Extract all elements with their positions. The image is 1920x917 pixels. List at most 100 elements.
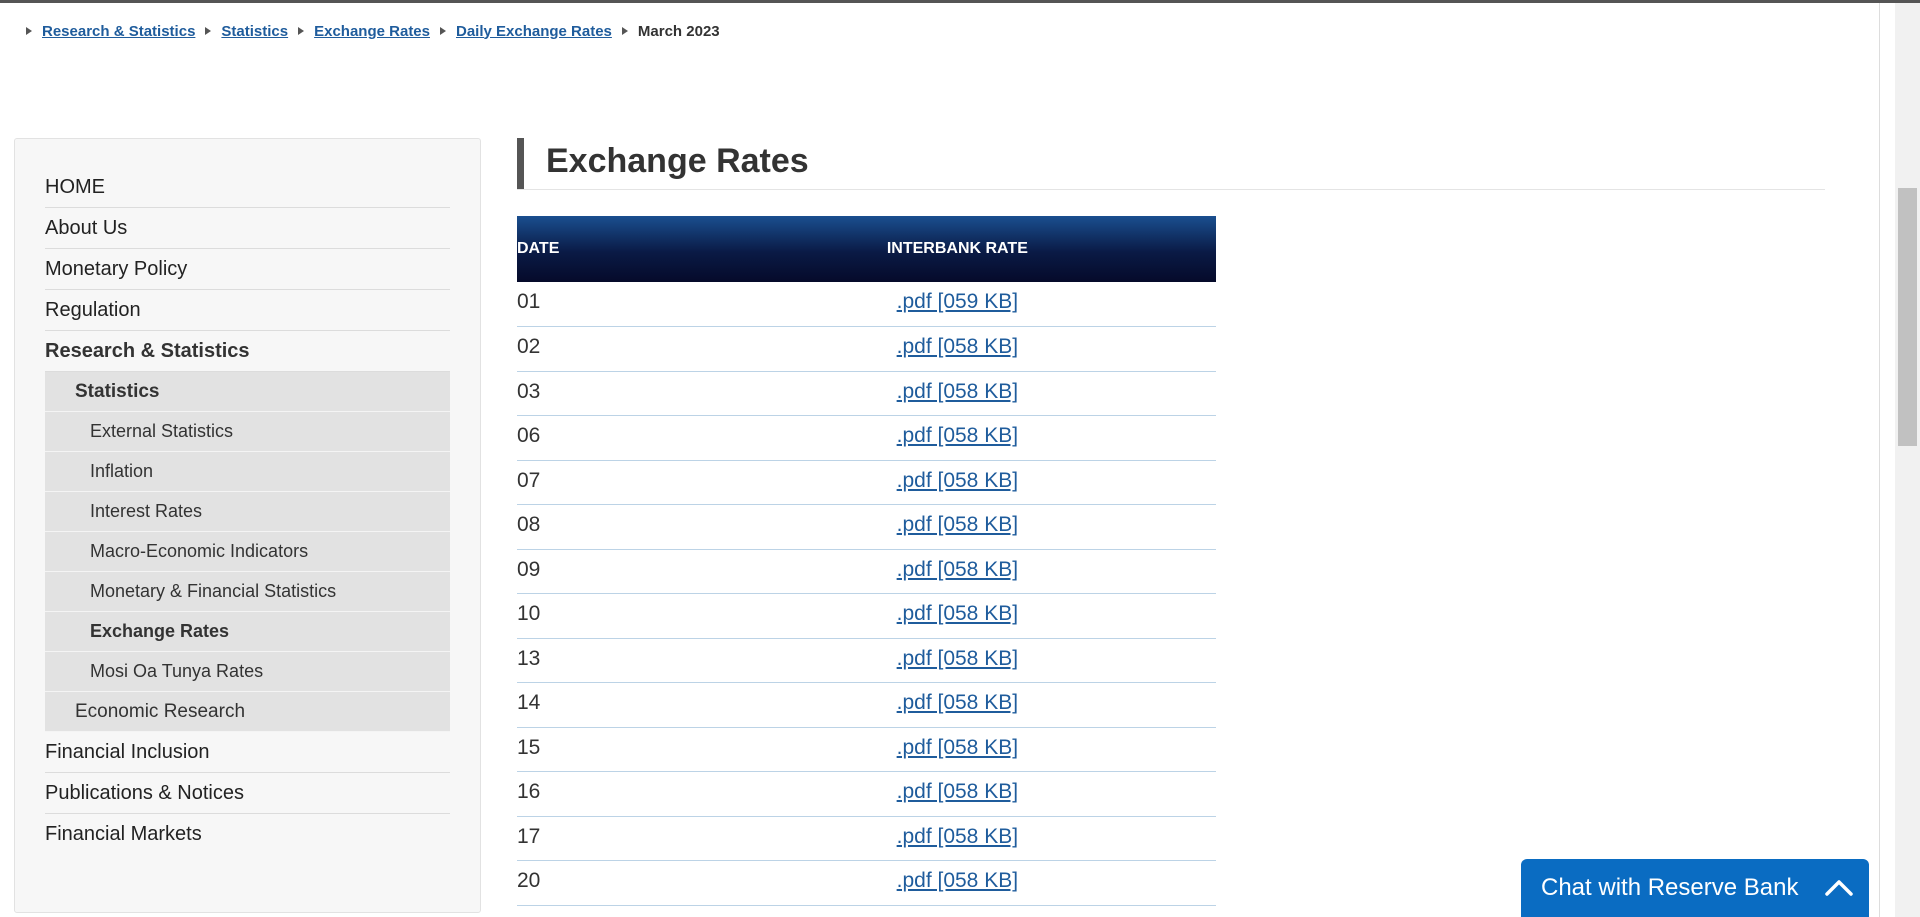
pdf-download-link[interactable]: .pdf [058 KB]	[897, 380, 1018, 403]
sidebar-item-regulation[interactable]: Regulation	[45, 290, 450, 331]
table-row: 08 .pdf [058 KB]	[517, 504, 1216, 550]
table-header: DATE INTERBANK RATE	[517, 216, 1216, 282]
pdf-download-link[interactable]: .pdf [058 KB]	[897, 558, 1018, 581]
rate-cell: .pdf [058 KB]	[638, 682, 1216, 728]
sidebar-subitem-monetary-financial-statistics[interactable]: Monetary & Financial Statistics	[45, 572, 450, 612]
sidebar-item-financial-markets[interactable]: Financial Markets	[45, 814, 450, 855]
breadcrumb-link-exchange-rates[interactable]: Exchange Rates	[314, 23, 430, 40]
date-cell: 07	[517, 460, 639, 505]
heading-divider	[517, 189, 1825, 190]
date-cell: 10	[517, 593, 639, 639]
scrollbar-thumb[interactable]	[1898, 188, 1917, 446]
date-cell: 16	[517, 771, 639, 817]
date-cell: 15	[517, 727, 639, 772]
rate-cell: .pdf [058 KB]	[638, 860, 1216, 906]
sidebar-item-about-us[interactable]: About Us	[45, 208, 450, 249]
rate-cell: .pdf [058 KB]	[638, 460, 1216, 505]
table-row: 13 .pdf [058 KB]	[517, 638, 1216, 683]
pdf-download-link[interactable]: .pdf [058 KB]	[897, 424, 1018, 447]
page-title: Exchange Rates	[546, 142, 809, 180]
table-row: 06 .pdf [058 KB]	[517, 415, 1216, 461]
table-row: 14 .pdf [058 KB]	[517, 682, 1216, 728]
chat-widget-button[interactable]: Chat with Reserve Bank	[1521, 859, 1869, 917]
pdf-download-link[interactable]: .pdf [058 KB]	[897, 736, 1018, 759]
table-row: 15 .pdf [058 KB]	[517, 727, 1216, 772]
table-row: 02 .pdf [058 KB]	[517, 326, 1216, 372]
date-cell: 01	[517, 282, 639, 327]
pdf-download-link[interactable]: .pdf [058 KB]	[897, 513, 1018, 536]
breadcrumb-current: March 2023	[637, 22, 720, 40]
pdf-download-link[interactable]: .pdf [058 KB]	[897, 647, 1018, 670]
breadcrumb-link-research-statistics[interactable]: Research & Statistics	[42, 23, 195, 40]
sidebar-subitem-exchange-rates[interactable]: Exchange Rates	[45, 612, 450, 652]
table-row: 10 .pdf [058 KB]	[517, 593, 1216, 639]
rate-cell: .pdf [058 KB]	[638, 816, 1216, 861]
sidebar-item-home[interactable]: HOME	[45, 167, 450, 208]
rate-cell: .pdf [058 KB]	[638, 771, 1216, 817]
rate-cell: .pdf [058 KB]	[638, 549, 1216, 594]
table-row: 09 .pdf [058 KB]	[517, 549, 1216, 594]
sidebar-item-monetary-policy[interactable]: Monetary Policy	[45, 249, 450, 290]
sidebar-item-research-statistics[interactable]: Research & Statistics	[45, 331, 450, 372]
date-cell: 08	[517, 504, 639, 550]
pdf-download-link[interactable]: .pdf [058 KB]	[897, 469, 1018, 492]
pdf-download-link[interactable]: .pdf [058 KB]	[897, 335, 1018, 358]
sidebar-item-publications-notices[interactable]: Publications & Notices	[45, 773, 450, 814]
breadcrumb-arrow-icon	[298, 27, 305, 35]
date-cell: 09	[517, 549, 639, 594]
date-cell: 14	[517, 682, 639, 728]
pdf-download-link[interactable]: .pdf [058 KB]	[897, 602, 1018, 625]
sidebar-menu: HOME About Us Monetary Policy Regulation…	[45, 167, 450, 855]
table-row: 20 .pdf [058 KB]	[517, 860, 1216, 906]
sidebar-item-financial-inclusion[interactable]: Financial Inclusion	[45, 732, 450, 773]
table-row: 03 .pdf [058 KB]	[517, 371, 1216, 416]
date-cell: 02	[517, 326, 639, 372]
breadcrumb-item: Exchange Rates	[298, 23, 440, 40]
heading-accent-bar	[517, 138, 524, 190]
breadcrumb-item: March 2023	[621, 22, 720, 40]
vertical-scrollbar[interactable]	[1895, 3, 1920, 917]
exchange-rates-table: DATE INTERBANK RATE 01 .pdf [059 KB] 02 …	[517, 216, 1216, 906]
rate-cell: .pdf [058 KB]	[638, 504, 1216, 550]
table-body: 01 .pdf [059 KB] 02 .pdf [058 KB] 03 .pd…	[517, 282, 1216, 906]
sidebar-subitem-external-statistics[interactable]: External Statistics	[45, 412, 450, 452]
column-header-interbank-rate: INTERBANK RATE	[638, 216, 1216, 282]
breadcrumb-item: Statistics	[205, 23, 298, 40]
rate-cell: .pdf [058 KB]	[638, 415, 1216, 461]
rate-cell: .pdf [058 KB]	[638, 371, 1216, 416]
table-row: 16 .pdf [058 KB]	[517, 771, 1216, 817]
sidebar-subitem-interest-rates[interactable]: Interest Rates	[45, 492, 450, 532]
pdf-download-link[interactable]: .pdf [058 KB]	[897, 869, 1018, 892]
sidebar-subitem-inflation[interactable]: Inflation	[45, 452, 450, 492]
rate-cell: .pdf [059 KB]	[638, 282, 1216, 327]
breadcrumb-link-daily-exchange-rates[interactable]: Daily Exchange Rates	[456, 23, 612, 40]
top-border	[0, 0, 1920, 3]
sidebar-subitem-mosi-oa-tunya-rates[interactable]: Mosi Oa Tunya Rates	[45, 652, 450, 692]
chat-widget-label: Chat with Reserve Bank	[1541, 874, 1799, 901]
table-header-row: DATE INTERBANK RATE	[517, 216, 1216, 282]
date-cell: 17	[517, 816, 639, 861]
breadcrumb-link-statistics[interactable]: Statistics	[221, 23, 288, 40]
column-header-date: DATE	[517, 216, 639, 282]
sidebar-subitem-economic-research[interactable]: Economic Research	[45, 692, 450, 732]
pdf-download-link[interactable]: .pdf [059 KB]	[897, 290, 1018, 313]
date-cell: 13	[517, 638, 639, 683]
pdf-download-link[interactable]: .pdf [058 KB]	[897, 691, 1018, 714]
breadcrumb-item: Daily Exchange Rates	[440, 23, 622, 40]
sidebar-subitem-statistics[interactable]: Statistics	[45, 372, 450, 412]
breadcrumb: Research & Statistics Statistics Exchang…	[26, 21, 720, 41]
breadcrumb-item: Research & Statistics	[26, 23, 205, 40]
table-row: 17 .pdf [058 KB]	[517, 816, 1216, 861]
rate-cell: .pdf [058 KB]	[638, 593, 1216, 639]
sidebar: HOME About Us Monetary Policy Regulation…	[14, 138, 481, 913]
pdf-download-link[interactable]: .pdf [058 KB]	[897, 780, 1018, 803]
page-border	[1879, 3, 1880, 917]
pdf-download-link[interactable]: .pdf [058 KB]	[897, 825, 1018, 848]
date-cell: 06	[517, 415, 639, 461]
rate-cell: .pdf [058 KB]	[638, 326, 1216, 372]
table-row: 07 .pdf [058 KB]	[517, 460, 1216, 505]
breadcrumb-arrow-icon	[621, 27, 628, 35]
breadcrumb-arrow-icon	[26, 27, 32, 35]
date-cell: 20	[517, 860, 639, 906]
sidebar-subitem-macro-economic-indicators[interactable]: Macro-Economic Indicators	[45, 532, 450, 572]
